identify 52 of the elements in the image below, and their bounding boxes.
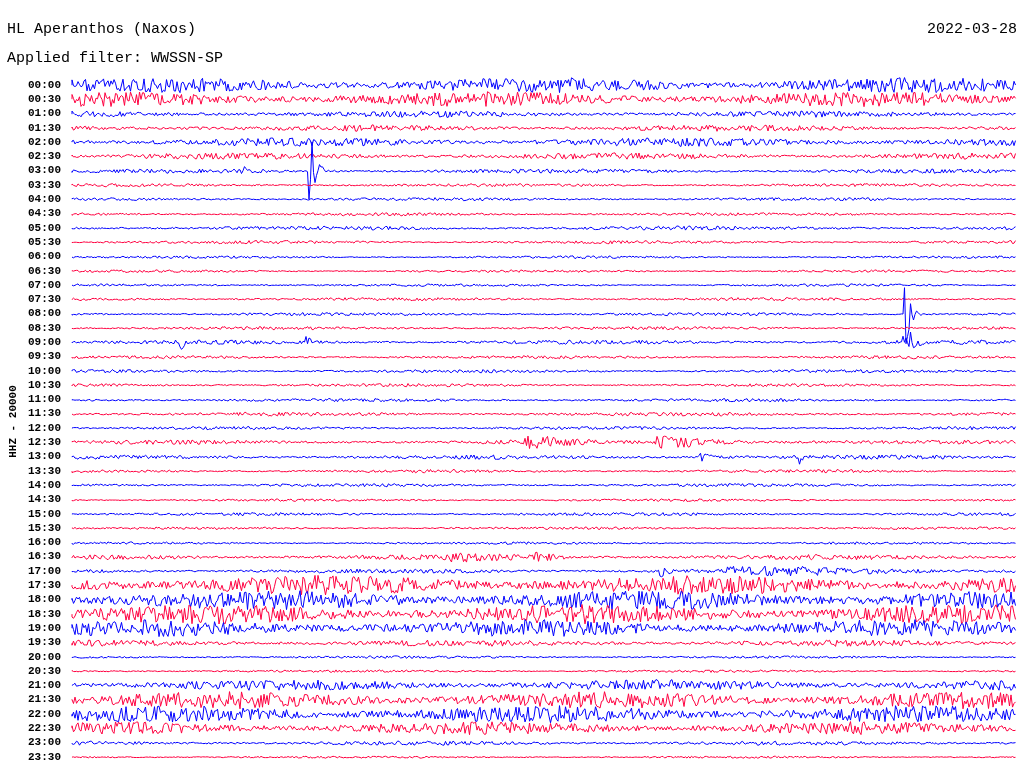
time-label: 21:00 [27, 680, 62, 692]
time-label: 02:00 [27, 136, 62, 148]
time-label: 09:00 [27, 337, 62, 348]
time-label: 20:00 [27, 651, 62, 663]
time-label: 16:30 [27, 551, 62, 563]
time-label: 00:30 [27, 93, 62, 105]
time-label: 05:00 [27, 222, 62, 234]
time-label: 15:30 [27, 522, 62, 534]
time-label: 13:30 [27, 465, 62, 477]
time-label: 01:00 [27, 108, 62, 120]
time-label: 18:00 [27, 594, 62, 606]
time-label: 07:30 [27, 294, 62, 306]
time-label: 11:00 [27, 394, 62, 406]
time-label: 17:30 [27, 580, 62, 592]
time-label: 10:30 [27, 379, 62, 391]
filter-label: Applied filter: WWSSN-SP [7, 50, 224, 67]
time-label: 12:30 [27, 437, 62, 449]
time-label: 04:00 [27, 194, 62, 205]
time-label: 18:30 [27, 608, 62, 620]
time-label: 03:30 [27, 179, 62, 191]
time-label: 01:30 [27, 122, 62, 134]
time-label: 06:30 [27, 265, 62, 277]
time-label: 05:30 [27, 236, 62, 248]
time-label: 12:00 [27, 422, 62, 434]
time-label: 14:00 [27, 479, 62, 491]
time-label: 02:30 [27, 151, 62, 163]
time-label: 19:30 [27, 637, 62, 649]
time-label: 10:00 [27, 365, 62, 377]
time-label: 23:00 [27, 737, 62, 749]
date-label: 2022-03-28 [927, 20, 1017, 40]
time-label: 03:00 [27, 165, 62, 177]
time-label: 14:30 [27, 494, 62, 506]
time-label: 20:30 [27, 665, 62, 677]
time-label: 08:30 [27, 322, 62, 334]
time-label: 22:00 [27, 708, 62, 720]
time-label: 13:00 [27, 451, 62, 463]
time-label: 09:30 [27, 351, 62, 363]
time-label: 07:00 [27, 279, 62, 291]
time-label: 17:00 [27, 565, 62, 577]
station-title: HL Aperanthos (Naxos) [7, 20, 197, 40]
time-label: 08:00 [27, 308, 62, 320]
time-label: 21:30 [27, 694, 62, 706]
time-label: 00:00 [27, 79, 62, 91]
time-label: 11:30 [27, 408, 62, 420]
time-label: 23:30 [27, 751, 62, 763]
time-label: 16:00 [27, 537, 62, 549]
channel-label: HHZ - 20000 [7, 384, 19, 458]
time-label: 06:00 [27, 251, 62, 263]
time-label: 22:30 [27, 723, 62, 734]
time-label: 15:00 [27, 508, 62, 520]
time-label: 19:00 [27, 622, 62, 634]
time-label: 04:30 [27, 208, 62, 220]
